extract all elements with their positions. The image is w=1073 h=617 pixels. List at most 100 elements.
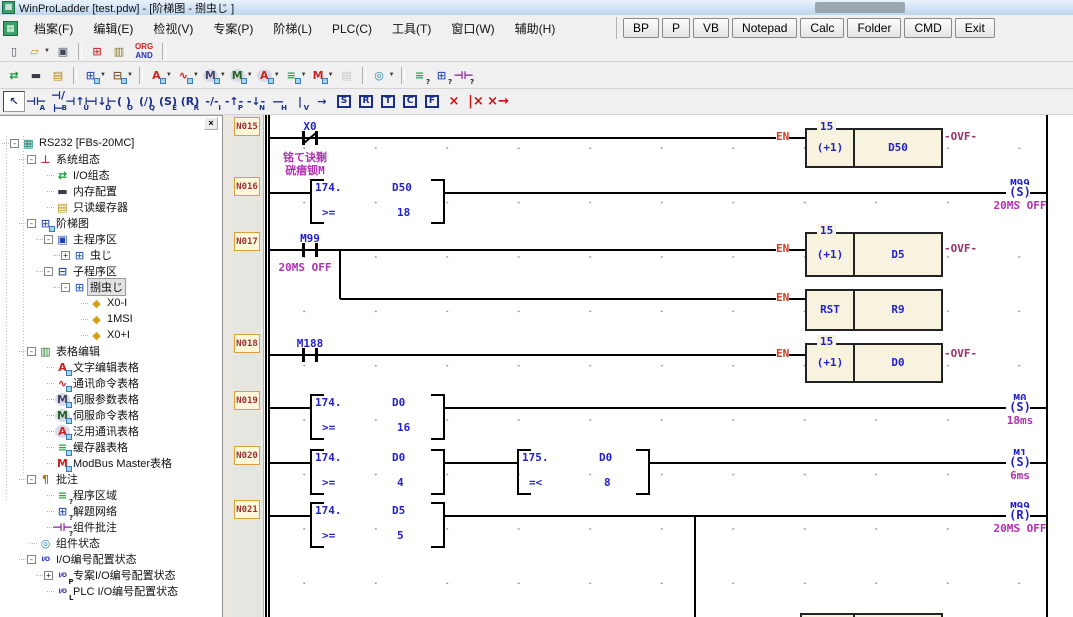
tree-item-27[interactable]: +I/OP专案I/O编号配置状态	[0, 567, 222, 583]
menu-item-5[interactable]: PLC(C)	[322, 18, 382, 40]
tree-item-3[interactable]: ▬内存配置	[0, 183, 222, 199]
collapse-icon[interactable]: -	[27, 475, 36, 484]
tree-item-11[interactable]: ◆1MSI	[0, 311, 222, 327]
network-label-N018[interactable]: N018	[234, 334, 260, 353]
network-comment-button[interactable]: ⊞?	[432, 66, 452, 85]
step-tool[interactable]: S	[333, 91, 355, 112]
tree-item-2[interactable]: ⇄I/O组态	[0, 167, 222, 183]
dropdown-arrow-icon[interactable]: ▼	[328, 72, 334, 78]
tree-item-13[interactable]: -▥表格编辑	[0, 343, 222, 359]
tree-item-26[interactable]: -I/OI/O编号配置状态	[0, 551, 222, 567]
io-config-button[interactable]: ⇄	[4, 66, 24, 85]
open-file-button[interactable]: ▱▼	[26, 42, 51, 61]
inverter-tool[interactable]: -/-I	[201, 91, 223, 112]
modbus-table-button[interactable]: M▼	[310, 66, 335, 85]
tree-item-10[interactable]: ◆X0-I	[0, 295, 222, 311]
coil-reset-tool[interactable]: (R)R	[179, 91, 201, 112]
delete-element-tool[interactable]: ×	[443, 91, 465, 112]
text-table-button[interactable]: A▼	[148, 66, 173, 85]
coil-set-tool[interactable]: (S)E	[157, 91, 179, 112]
dropdown-arrow-icon[interactable]: ▼	[127, 72, 133, 78]
rom-register-button[interactable]: ▤	[48, 66, 68, 85]
menu-item-6[interactable]: 工具(T)	[382, 18, 441, 40]
tree-item-4[interactable]: ▤只读缓存器	[0, 199, 222, 215]
collapse-icon[interactable]: -	[27, 347, 36, 356]
collapse-icon[interactable]: -	[10, 139, 19, 148]
register-table-button[interactable]: ≡▼	[283, 66, 308, 85]
dropdown-arrow-icon[interactable]: ▼	[389, 72, 395, 78]
menu-item-0[interactable]: 档案(F)	[24, 18, 83, 40]
tree-item-28[interactable]: I/OLPLC I/O编号配置状态	[0, 583, 222, 599]
menu-item-7[interactable]: 窗口(W)	[441, 18, 504, 40]
hline-tool[interactable]: —H	[267, 91, 289, 112]
timer-tool[interactable]: T	[377, 91, 399, 112]
select-tool[interactable]: ↖	[3, 91, 25, 112]
collapse-icon[interactable]: -	[44, 235, 53, 244]
quick-button-cmd[interactable]: CMD	[904, 18, 951, 38]
quick-button-exit[interactable]: Exit	[955, 18, 995, 38]
element-comment-button[interactable]: ⊣⊢?	[454, 66, 474, 85]
tree-item-1[interactable]: -⊥系统组态	[0, 151, 222, 167]
tree-item-8[interactable]: -⊟子程序区	[0, 263, 222, 279]
tree-item-6[interactable]: -▣主程序区	[0, 231, 222, 247]
tree-item-20[interactable]: MModBus Master表格	[0, 455, 222, 471]
servo-param-button[interactable]: M▼	[202, 66, 227, 85]
new-file-button[interactable]: ▯	[4, 42, 24, 61]
network-label-N017[interactable]: N017	[234, 232, 260, 251]
tree-item-18[interactable]: A泛用通讯表格	[0, 423, 222, 439]
tree-item-9[interactable]: -⊞捌虫じ	[0, 279, 222, 295]
program-area-comment-button[interactable]: ≡?	[410, 66, 430, 85]
dropdown-arrow-icon[interactable]: ▼	[247, 72, 253, 78]
dropdown-arrow-icon[interactable]: ▼	[301, 72, 307, 78]
collapse-icon[interactable]: -	[27, 555, 36, 564]
menu-item-4[interactable]: 阶梯(L)	[263, 18, 322, 40]
contact-down-tool[interactable]: ⊣↓⊢D	[91, 91, 113, 112]
dropdown-arrow-icon[interactable]: ▼	[100, 72, 106, 78]
ladder-window-button[interactable]: ⊞	[87, 42, 107, 61]
tree-item-16[interactable]: M伺服参数表格	[0, 391, 222, 407]
tree-item-21[interactable]: -¶批注	[0, 471, 222, 487]
ladder-diagram-button[interactable]: ⊞▼	[82, 66, 107, 85]
coil-not-tool[interactable]: (/)Q	[135, 91, 157, 112]
tree-item-12[interactable]: ◆X0+I	[0, 327, 222, 343]
dropdown-arrow-icon[interactable]: ▼	[220, 72, 226, 78]
coil-out-tool[interactable]: ( )O	[113, 91, 135, 112]
vline-tool[interactable]: |V	[289, 91, 311, 112]
network-label-N020[interactable]: N020	[234, 446, 260, 465]
save-button[interactable]: ▣	[53, 42, 73, 61]
quick-button-folder[interactable]: Folder	[847, 18, 901, 38]
tree-item-25[interactable]: ◎组件状态	[0, 535, 222, 551]
collapse-icon[interactable]: -	[61, 283, 70, 292]
tree-item-22[interactable]: ≡?程序区域	[0, 487, 222, 503]
collapse-icon[interactable]: -	[27, 155, 36, 164]
tree-item-14[interactable]: A文字编辑表格	[0, 359, 222, 375]
network-label-N019[interactable]: N019	[234, 391, 260, 410]
relay-tool[interactable]: R	[355, 91, 377, 112]
menu-item-1[interactable]: 编辑(E)	[83, 18, 143, 40]
rising-edge-tool[interactable]: -↑-P	[223, 91, 245, 112]
tree-item-24[interactable]: ⊣⊢?组件批注	[0, 519, 222, 535]
general-comm-button[interactable]: A▼	[256, 66, 281, 85]
extend-line-tool[interactable]: →	[311, 91, 333, 112]
network-label-N021[interactable]: N021	[234, 500, 260, 519]
menu-item-8[interactable]: 辅助(H)	[505, 18, 566, 40]
tree-item-15[interactable]: ∿通讯命令表格	[0, 375, 222, 391]
dropdown-arrow-icon[interactable]: ▼	[44, 48, 50, 54]
falling-edge-tool[interactable]: -↓-N	[245, 91, 267, 112]
status-window-button[interactable]: ▥	[109, 42, 129, 61]
quick-button-calc[interactable]: Calc	[800, 18, 844, 38]
element-status-button[interactable]: ◎▼	[371, 66, 396, 85]
dropdown-arrow-icon[interactable]: ▼	[193, 72, 199, 78]
expand-icon[interactable]: +	[44, 571, 53, 580]
ladder-canvas[interactable]	[263, 115, 1073, 617]
quick-button-p[interactable]: P	[662, 18, 690, 38]
tree-item-5[interactable]: -⊞阶梯图	[0, 215, 222, 231]
tree-item-0[interactable]: -▦RS232 [FBs-20MC]	[0, 135, 222, 151]
menu-item-3[interactable]: 专案(P)	[203, 18, 263, 40]
tree-item-7[interactable]: +⊞虫じ	[0, 247, 222, 263]
network-label-N016[interactable]: N016	[234, 177, 260, 196]
tree-item-17[interactable]: M伺服命令表格	[0, 407, 222, 423]
collapse-icon[interactable]: -	[27, 219, 36, 228]
function-tool[interactable]: F	[421, 91, 443, 112]
status-page-button[interactable]: ⊟▼	[109, 66, 134, 85]
